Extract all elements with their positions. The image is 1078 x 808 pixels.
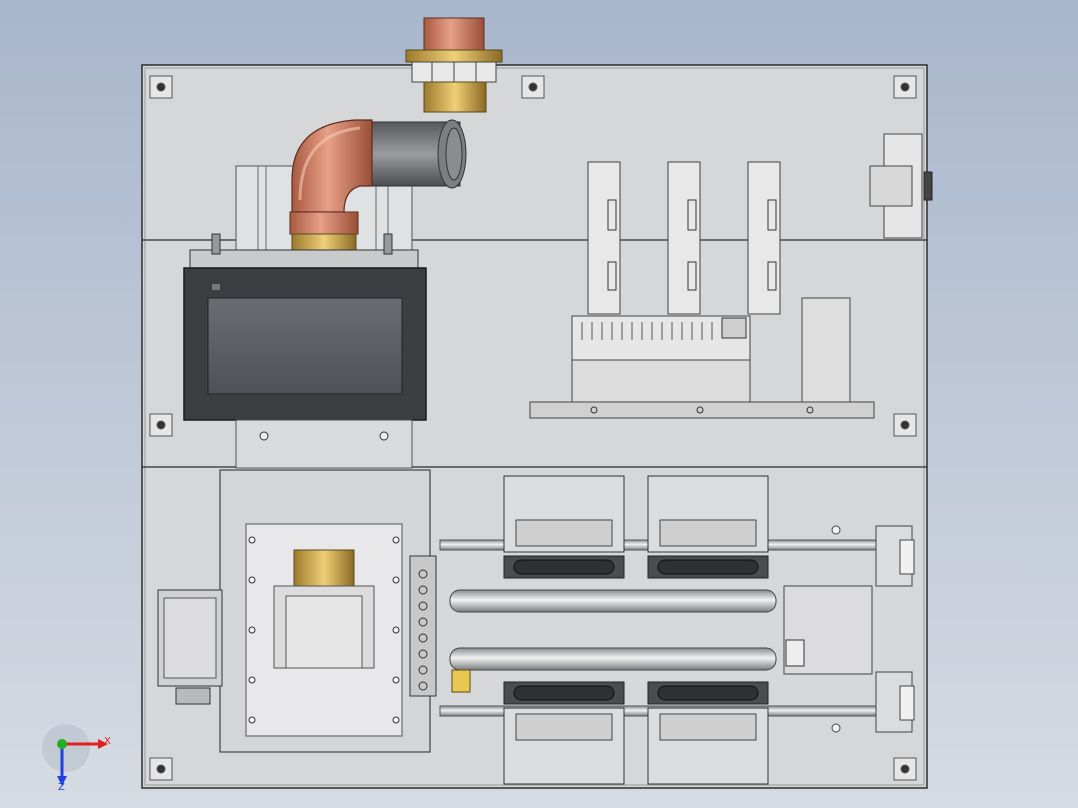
cad-assembly-view: X Z [42,17,933,793]
gripper-block [503,681,625,785]
gripper-block [647,475,769,579]
bolt [149,413,173,437]
axis-label-z: Z [58,782,65,793]
relay-module [667,161,701,315]
bolt [893,757,917,781]
bolt [149,75,173,99]
gripper-block [503,475,625,579]
bolt [521,75,545,99]
bolt [149,757,173,781]
power-supply [801,297,851,403]
gripper-block [647,681,769,785]
bolt [893,75,917,99]
coordinate-triad: X Z [42,724,111,793]
hmi-screen [207,297,403,395]
din-rail [529,401,875,419]
axis-label-x: X [104,736,111,747]
guide-rod [449,647,777,671]
end-plate [783,585,873,675]
relay-module [587,161,621,315]
hmi-led [212,284,220,290]
sensor-block [451,669,471,693]
relay-module [747,161,781,315]
bolt [893,413,917,437]
guide-rod [449,589,777,613]
heater-unit [219,469,437,753]
